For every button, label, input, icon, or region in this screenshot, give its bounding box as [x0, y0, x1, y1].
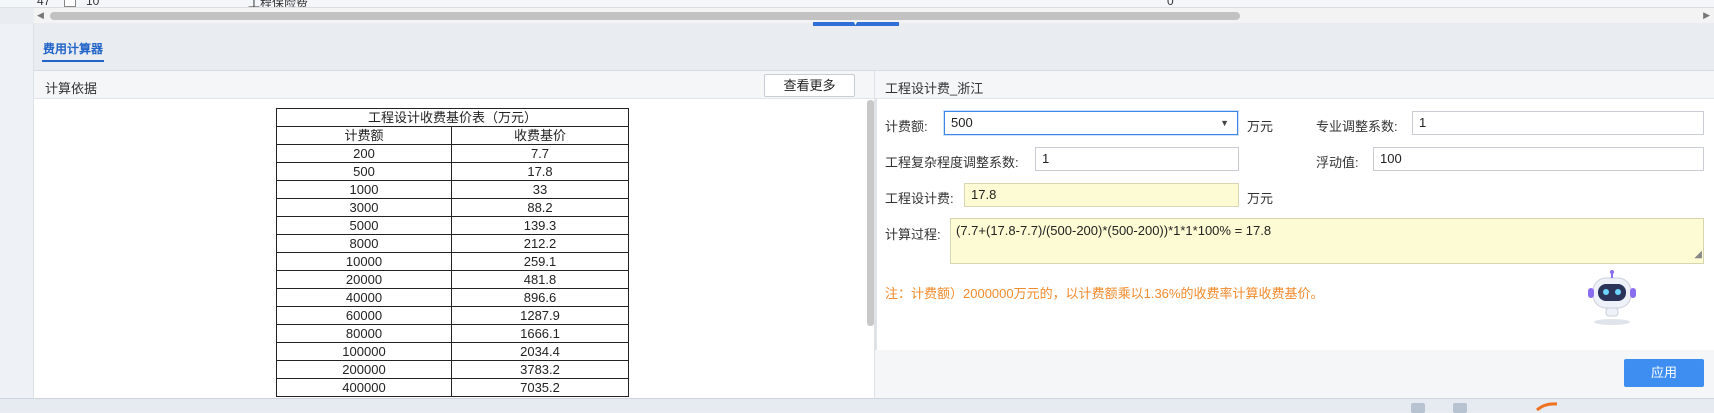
amount-label: 计费额: — [885, 119, 928, 134]
table-cell-amount: 20000 — [276, 270, 452, 289]
vertical-scrollbar-thumb[interactable] — [867, 100, 874, 326]
table-row: 500 17.8 — [276, 162, 629, 181]
table-row: 10000 259.1 — [276, 252, 629, 271]
table-cell-amount: 400000 — [276, 378, 452, 397]
table-cell-base-price: 17.8 — [451, 162, 629, 181]
table-row: 40000 896.6 — [276, 288, 629, 307]
view-more-button[interactable]: 查看更多 — [764, 74, 855, 97]
table-row: 400000 7035.2 — [276, 378, 629, 397]
calc-note: 注：计费额）2000000万元的，以计费额乘以1.36%的收费率计算收费基价。 — [885, 286, 1324, 301]
table-cell-amount: 10000 — [276, 252, 452, 271]
table-cell-amount: 60000 — [276, 306, 452, 325]
active-tab-indicator — [42, 60, 104, 62]
table-row: 20000 481.8 — [276, 270, 629, 289]
table-cell-base-price: 88.2 — [451, 198, 629, 217]
table-cell-amount: 40000 — [276, 288, 452, 307]
design-fee-unit: 万元 — [1247, 191, 1274, 206]
table-cell-base-price: 139.3 — [451, 216, 629, 235]
left-side-strip — [0, 24, 34, 404]
table-cell-base-price: 7035.2 — [451, 378, 629, 397]
scroll-right-icon[interactable]: ▶ — [1703, 10, 1710, 21]
table-row: 80000 1666.1 — [276, 324, 629, 343]
tab-fee-calculator[interactable]: 费用计算器 — [43, 40, 103, 57]
table-row: 100000 2034.4 — [276, 342, 629, 361]
table-header-amount: 计费额 — [276, 126, 452, 145]
tab-bar — [34, 26, 1714, 70]
table-cell-base-price: 1666.1 — [451, 324, 629, 343]
table-row: 5000 139.3 — [276, 216, 629, 235]
float-label: 浮动值: — [1316, 155, 1359, 170]
basis-panel-header — [34, 71, 874, 99]
horizontal-scrollbar[interactable]: ◀ ▶ — [34, 7, 1714, 23]
table-cell-amount: 500 — [276, 162, 452, 181]
major-coef-input[interactable]: 1 — [1412, 111, 1704, 135]
table-cell-amount: 200 — [276, 144, 452, 163]
table-cell-amount: 8000 — [276, 234, 452, 253]
table-cell-amount: 100000 — [276, 342, 452, 361]
scroll-left-icon[interactable]: ◀ — [37, 10, 44, 21]
table-cell-base-price: 896.6 — [451, 288, 629, 307]
table-cell-amount: 200000 — [276, 360, 452, 379]
table-row: 60000 1287.9 — [276, 306, 629, 325]
chevron-down-icon[interactable]: ▼ — [1220, 112, 1229, 134]
table-cell-base-price: 212.2 — [451, 234, 629, 253]
table-cell-amount: 5000 — [276, 216, 452, 235]
resize-grip-icon[interactable]: ◢ — [1694, 247, 1702, 263]
table-cell-base-price: 3783.2 — [451, 360, 629, 379]
table-row: 8000 212.2 — [276, 234, 629, 253]
table-cell-base-price: 7.7 — [451, 144, 629, 163]
amount-unit: 万元 — [1247, 119, 1274, 134]
apply-button[interactable]: 应用 — [1624, 359, 1704, 387]
table-cell-base-price: 259.1 — [451, 252, 629, 271]
grid-row-checkbox[interactable] — [64, 0, 76, 7]
table-caption: 工程设计收费基价表（万元） — [276, 108, 629, 127]
panel-divider[interactable] — [874, 71, 877, 398]
amount-select-value: 500 — [951, 115, 973, 130]
status-square-icon[interactable] — [1411, 403, 1425, 413]
calc-panel-header — [875, 71, 1714, 99]
orange-stroke-icon — [1536, 402, 1558, 411]
table-cell-base-price: 481.8 — [451, 270, 629, 289]
robot-assistant-icon[interactable] — [1584, 268, 1640, 326]
calc-panel-title: 工程设计费_浙江 — [885, 81, 984, 96]
amount-select[interactable]: 500 ▼ — [944, 111, 1238, 135]
table-row: 3000 88.2 — [276, 198, 629, 217]
basis-panel-title: 计算依据 — [45, 81, 98, 96]
complexity-label: 工程复杂程度调整系数: — [885, 155, 1019, 170]
table-header-base-price: 收费基价 — [451, 126, 629, 145]
design-fee-output: 17.8 — [964, 183, 1239, 207]
calc-process-textarea[interactable]: (7.7+(17.8-7.7)/(500-200)*(500-200))*1*1… — [950, 218, 1704, 264]
status-square-icon[interactable] — [1453, 403, 1467, 413]
table-row: 200 7.7 — [276, 144, 629, 163]
table-row: 200000 3783.2 — [276, 360, 629, 379]
table-cell-amount: 1000 — [276, 180, 452, 199]
table-cell-amount: 3000 — [276, 198, 452, 217]
float-input[interactable]: 100 — [1373, 147, 1704, 171]
scrollbar-thumb[interactable] — [50, 12, 1240, 20]
table-cell-base-price: 2034.4 — [451, 342, 629, 361]
table-cell-base-price: 1287.9 — [451, 306, 629, 325]
major-coef-label: 专业调整系数: — [1316, 119, 1398, 134]
fee-base-price-table: 工程设计收费基价表（万元） 计费额 收费基价 200 7.7 500 17.8 1000… — [276, 108, 629, 397]
table-cell-base-price: 33 — [451, 180, 629, 199]
calc-process-text: (7.7+(17.8-7.7)/(500-200)*(500-200))*1*1… — [956, 223, 1272, 238]
table-row: 1000 33 — [276, 180, 629, 199]
process-label: 计算过程: — [885, 227, 941, 242]
table-cell-amount: 80000 — [276, 324, 452, 343]
calc-panel-footer — [875, 350, 1714, 398]
complexity-input[interactable]: 1 — [1035, 147, 1239, 171]
design-fee-label: 工程设计费: — [885, 191, 954, 206]
